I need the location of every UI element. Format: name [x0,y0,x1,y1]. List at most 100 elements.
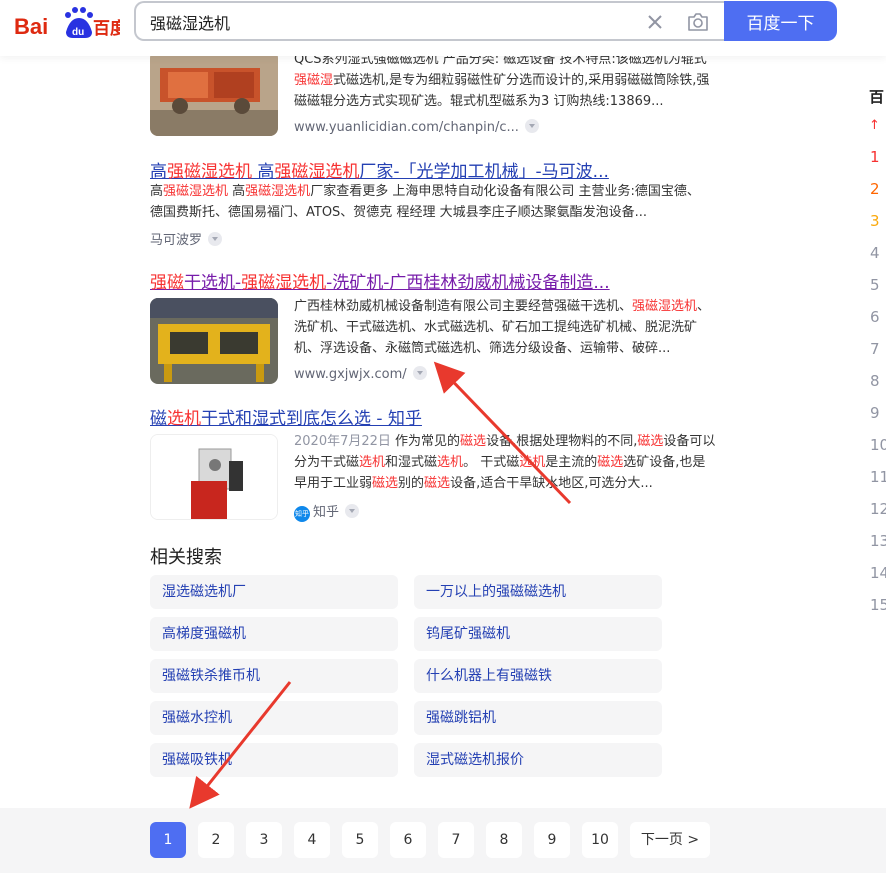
result-thumbnail[interactable] [150,434,278,520]
camera-icon[interactable] [686,11,710,33]
result-title[interactable]: 磁选机干式和湿式到底怎么选 - 知乎 [150,404,422,429]
text-segment: 干选机- [184,273,242,293]
related-search-item[interactable]: 湿式磁选机报价 [414,743,662,777]
text-segment: 。 干式磁 [463,455,520,470]
page-number-button[interactable]: 3 [246,822,282,858]
highlighted-keyword: 磁选 [637,434,664,449]
highlighted-keyword: 强磁湿选机 [245,184,311,199]
highlighted-keyword: 强磁湿选机 [163,184,229,199]
result-title[interactable]: 高强磁湿选机 高强磁湿选机厂家-「光学加工机械」-马可波... [150,157,609,182]
page-number-button[interactable]: 6 [390,822,426,858]
text-segment: 厂家查看更多 上海申思特自动化设备有限公司 主营业务:德国宝德、 [310,184,700,199]
hot-list-rank[interactable]: 8 [870,372,880,390]
hot-list-rank[interactable]: 11 [870,468,886,486]
svg-text:Bai: Bai [14,14,48,39]
text-segment: 设备,适合干旱缺水地区,可选分大... [450,476,653,491]
hot-list-rank[interactable]: 9 [870,404,880,422]
hot-list-rank[interactable]: 3 [870,212,880,230]
description-line: 洗矿机、干式磁选机、水式磁选机、矿石加工提纯选矿机械、脱泥洗矿 [294,317,714,338]
highlighted-keyword: 强磁湿 [294,73,334,88]
close-icon[interactable] [644,11,666,33]
description-line: 高强磁湿选机 高强磁湿选机厂家查看更多 上海申思特自动化设备有限公司 主营业务:… [150,181,710,202]
result-description: 广西桂林劲威机械设备制造有限公司主要经营强磁干选机、强磁湿选机、 洗矿机、干式磁选… [294,296,714,359]
dropdown-icon[interactable] [208,232,223,246]
url-text: www.gxjwjx.com/ [294,367,407,382]
related-search-item[interactable]: 高梯度强磁机 [150,617,398,651]
hot-list-rank[interactable]: 2 [870,180,880,198]
result-description: 2020年7月22日 作为常见的磁选设备,根据处理物料的不同,磁选设备可以 分为干… [294,431,716,494]
text-segment: -洗矿机-广西桂林劲威机械设备制造... [326,273,610,293]
baidu-logo[interactable]: Bai du 百度 [14,4,120,42]
hot-list-rank[interactable]: 5 [870,276,880,294]
text-segment: 德国费斯托、德国易福门、ATOS、贺德克 程经理 大城县李庄子顺达聚氨酯发泡设备… [150,205,647,220]
highlighted-keyword: 选机 [519,455,546,470]
highlighted-keyword: 选机 [437,455,464,470]
zhihu-icon: 知乎 [294,506,310,522]
related-search-item[interactable]: 强磁水控机 [150,701,398,735]
related-search-item[interactable]: 强磁吸铁机 [150,743,398,777]
page-number-button[interactable]: 5 [342,822,378,858]
text-segment: 洗矿机、干式磁选机、水式磁选机、矿石加工提纯选矿机械、脱泥洗矿 [294,320,698,335]
highlighted-keyword: 强磁湿选机 [632,299,698,314]
highlighted-keyword: 强磁 [150,273,184,293]
result-thumbnail[interactable] [150,298,278,384]
next-page-button[interactable]: 下一页 > [630,822,710,858]
page-number-button[interactable]: 7 [438,822,474,858]
hot-list-rank[interactable]: 14 [870,564,886,582]
dropdown-icon[interactable] [345,504,360,518]
page-number-button[interactable]: 2 [198,822,234,858]
text-segment: 高 [228,184,246,199]
hot-list-rank[interactable]: 4 [870,244,880,262]
text-segment: 设备,根据处理物料的不同, [486,434,638,449]
hot-list-rank[interactable]: 15 [870,596,886,614]
dropdown-icon[interactable] [524,119,539,133]
result-thumbnail[interactable] [150,50,278,136]
hot-list-rank[interactable]: 7 [870,340,880,358]
page-number-button[interactable]: 9 [534,822,570,858]
related-search-item[interactable]: 强磁跳铝机 [414,701,662,735]
result-source[interactable]: 马可波罗 [150,229,223,248]
related-search-item[interactable]: 什么机器上有强磁铁 [414,659,662,693]
text-segment: 高 [150,184,164,199]
related-search-item[interactable]: 强磁铁杀推币机 [150,659,398,693]
text-segment: 选矿设备,也是 [623,455,706,470]
related-search-item[interactable]: 一万以上的强磁磁选机 [414,575,662,609]
related-search-item[interactable]: 钨尾矿强磁机 [414,617,662,651]
text-segment: 磁 [150,409,167,429]
hot-list-rank[interactable]: 10 [870,436,886,454]
page-number-button[interactable]: 10 [582,822,618,858]
related-search-item[interactable]: 湿选磁选机厂 [150,575,398,609]
svg-text:du: du [72,27,84,38]
result-url[interactable]: www.gxjwjx.com/ [294,366,427,382]
page-number-button[interactable]: 4 [294,822,330,858]
hot-list-rank[interactable]: 12 [870,500,886,518]
highlighted-keyword: 强磁湿选机 [241,273,327,293]
text-segment: 设备可以 [663,434,716,449]
highlighted-keyword: 磁选 [597,455,624,470]
highlighted-keyword: 磁选 [460,434,487,449]
hot-list-rank[interactable]: 6 [870,308,880,326]
pagination: 1 2 3 4 5 6 7 8 9 10 下一页 > [0,808,886,873]
result-title[interactable]: 强磁干选机-强磁湿选机-洗矿机-广西桂林劲威机械设备制造... [150,268,610,293]
text-segment: 干式和湿式到底怎么选 - 知乎 [201,409,422,429]
svg-text:百度: 百度 [93,18,120,39]
search-results-page: Bai du 百度 百度一下 [0,0,886,873]
description-line: 早用于工业弱磁选别的磁选设备,适合干旱缺水地区,可选分大... [294,473,714,494]
text-segment: 磁磁辊分选方式实现矿选。辊式机型磁系为3 订购热线:13869... [294,94,664,109]
machine-image [150,50,278,136]
search-input[interactable] [150,12,630,31]
highlighted-keyword: 强磁湿选机 [274,162,360,182]
description-line: 2020年7月22日 作为常见的磁选设备,根据处理物料的不同,磁选设备可以 [294,431,716,452]
highlighted-keyword: 磁选 [372,476,399,491]
page-number-button[interactable]: 8 [486,822,522,858]
hot-list-rank[interactable]: 1 [870,148,880,166]
page-number-button[interactable]: 1 [150,822,186,858]
dropdown-icon[interactable] [412,366,427,380]
result-url[interactable]: www.yuanlicidian.com/chanpin/c... [294,119,539,135]
search-box [134,1,738,41]
search-button[interactable]: 百度一下 [724,1,837,41]
highlighted-keyword: 强磁湿选机 [167,162,252,182]
result-source[interactable]: 知乎 知乎 [294,501,360,522]
hot-list-rank[interactable]: 13 [870,532,886,550]
header-bar: Bai du 百度 百度一下 [0,0,886,56]
